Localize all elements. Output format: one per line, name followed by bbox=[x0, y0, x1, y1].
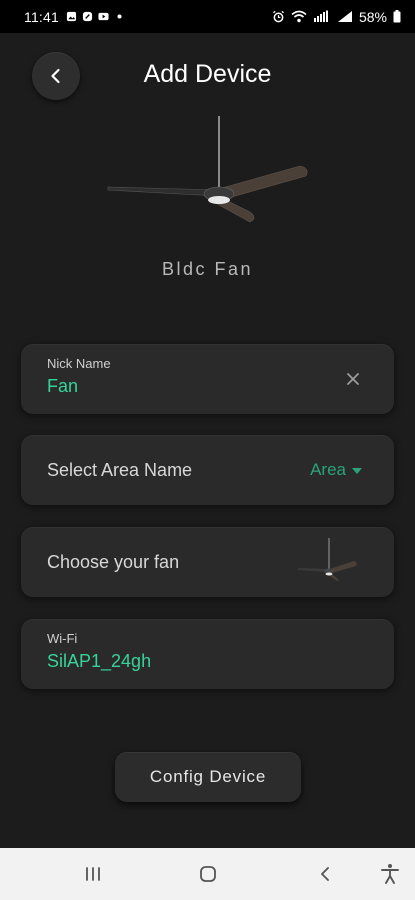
status-bar: 11:41 58% bbox=[0, 0, 415, 33]
config-device-button[interactable]: Config Device bbox=[115, 752, 301, 802]
area-dropdown-value: Area bbox=[310, 460, 346, 479]
close-icon bbox=[347, 373, 359, 385]
page-title: Add Device bbox=[143, 60, 272, 88]
header: Add Device bbox=[0, 52, 415, 100]
alarm-icon bbox=[272, 10, 284, 23]
signal-icon bbox=[337, 11, 352, 22]
wifi-label: Wi-Fi bbox=[47, 631, 78, 646]
caret-down-icon bbox=[352, 467, 362, 474]
battery-icon bbox=[393, 10, 401, 23]
back-icon bbox=[321, 867, 329, 881]
nick-name-label: Nick Name bbox=[47, 356, 111, 371]
recent-apps-button[interactable] bbox=[81, 862, 105, 886]
dot-icon bbox=[117, 14, 122, 19]
nick-name-value[interactable]: Fan bbox=[47, 376, 78, 397]
navigation-bar bbox=[0, 848, 415, 900]
wifi-icon bbox=[291, 10, 307, 23]
gallery-icon bbox=[66, 11, 77, 22]
recent-apps-icon bbox=[86, 867, 100, 881]
nick-name-field[interactable]: Nick Name Fan bbox=[21, 344, 394, 414]
wifi-field[interactable]: Wi-Fi SilAP1_24gh bbox=[21, 619, 394, 689]
back-nav-button[interactable] bbox=[313, 862, 337, 886]
accessibility-button[interactable] bbox=[378, 862, 402, 886]
ceiling-fan-thumbnail[interactable] bbox=[296, 535, 358, 587]
status-left: 11:41 bbox=[24, 9, 125, 25]
home-icon bbox=[200, 866, 216, 882]
notification-icons bbox=[66, 11, 125, 22]
choose-fan-label: Choose your fan bbox=[47, 552, 180, 572]
select-area-row[interactable]: Select Area Name Area bbox=[21, 435, 394, 505]
battery-percent: 58% bbox=[358, 8, 387, 25]
home-button[interactable] bbox=[196, 862, 220, 886]
accessibility-icon bbox=[381, 864, 399, 884]
status-time: 11:41 bbox=[24, 8, 59, 25]
wifi-value[interactable]: SilAP1_24gh bbox=[47, 651, 151, 672]
area-dropdown[interactable]: Area bbox=[310, 460, 362, 480]
volte-signal-icon bbox=[313, 10, 328, 22]
choose-fan-row[interactable]: Choose your fan bbox=[21, 527, 394, 597]
clear-nick-name-button[interactable] bbox=[342, 368, 364, 390]
link-icon bbox=[82, 11, 93, 22]
status-right: 58% bbox=[272, 9, 401, 25]
ceiling-fan-image bbox=[107, 116, 308, 223]
select-area-label: Select Area Name bbox=[47, 460, 193, 480]
youtube-icon bbox=[98, 12, 109, 21]
device-type-label: Bldc Fan bbox=[161, 259, 254, 279]
